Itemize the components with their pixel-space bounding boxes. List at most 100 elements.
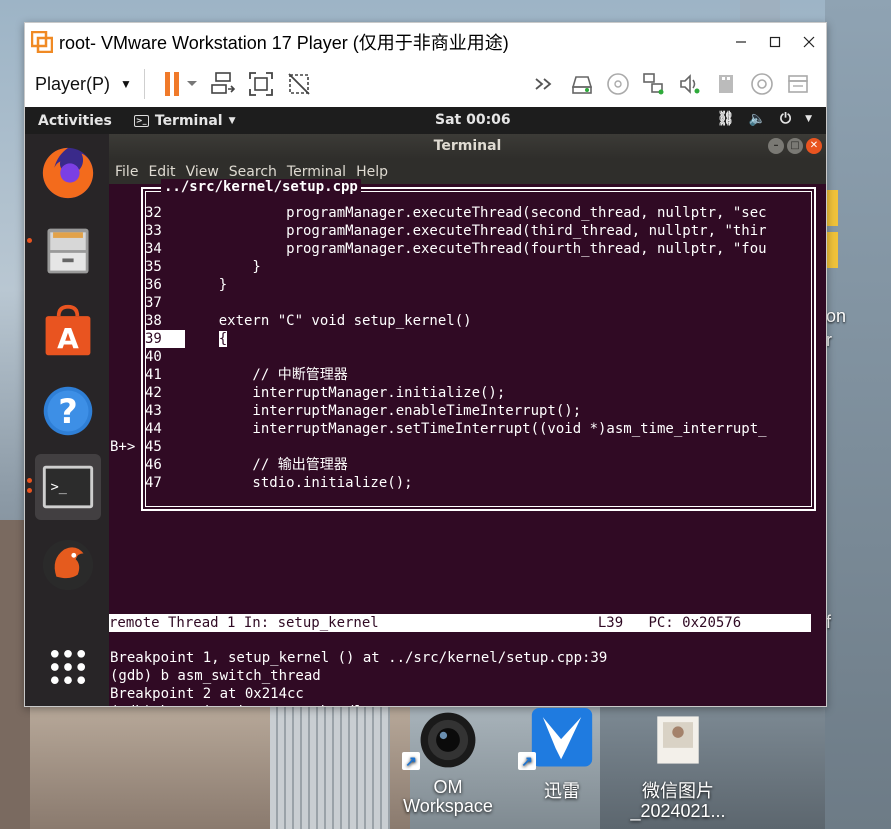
line-code: extern "C" void setup_kernel() <box>185 313 472 329</box>
line-code: interruptManager.enableTimeInterrupt(); <box>185 403 582 419</box>
source-lines[interactable]: 32 programManager.executeThread(second_t… <box>145 204 809 492</box>
app-menu[interactable]: >_ Terminal ▼ <box>133 112 236 129</box>
source-line: 39 { <box>145 330 809 348</box>
sound-icon[interactable] <box>674 68 706 100</box>
system-menu[interactable]: ⛓ 🔈 ⏻ ▼ <box>717 111 812 127</box>
maximize-button[interactable] <box>758 23 792 61</box>
desktop-icon-label: 微信图片 <box>642 781 714 801</box>
cd-icon[interactable] <box>602 68 634 100</box>
desktop-icon-fragment <box>826 190 838 226</box>
camera-lens-icon <box>420 712 476 768</box>
gdb-output-line: Breakpoint 1, setup_kernel () at ../src/… <box>110 650 608 666</box>
line-code: } <box>185 277 228 293</box>
line-number: 34 <box>145 241 162 257</box>
printer-icon[interactable] <box>782 68 814 100</box>
chevron-down-icon: ▼ <box>805 114 812 124</box>
terminal-icon: >_ <box>42 465 94 509</box>
terminal-maximize-button[interactable]: □ <box>787 138 803 154</box>
background-building <box>825 0 891 829</box>
menu-edit[interactable]: Edit <box>148 164 175 180</box>
gdb-output-line: Breakpoint 2 at 0x214cc <box>110 686 304 702</box>
software-store-icon: A <box>45 304 91 356</box>
usb-icon[interactable] <box>710 68 742 100</box>
chevron-down-icon: ▼ <box>228 115 236 126</box>
menu-search[interactable]: Search <box>229 164 277 180</box>
cd2-icon[interactable] <box>746 68 778 100</box>
minimize-button[interactable] <box>724 23 758 61</box>
menu-terminal[interactable]: Terminal <box>287 164 346 180</box>
source-line: 34 programManager.executeThread(fourth_t… <box>145 240 809 258</box>
line-code: interruptManager.initialize(); <box>185 385 506 401</box>
hard-disk-icon[interactable] <box>566 68 598 100</box>
line-number: 39 <box>145 330 185 348</box>
terminal-minimize-button[interactable]: – <box>768 138 784 154</box>
dock-firefox[interactable] <box>35 140 101 206</box>
desktop-icon-om-workspace[interactable]: ↗ OM Workspace <box>398 708 498 817</box>
dock-software[interactable]: A <box>35 298 101 364</box>
dock-files[interactable] <box>27 218 101 284</box>
chevron-down-icon: ▼ <box>120 77 132 91</box>
dock-terminal[interactable]: >_ <box>27 454 101 520</box>
running-indicator <box>27 478 32 483</box>
network-icon[interactable] <box>638 68 670 100</box>
vmware-logo-icon <box>30 30 54 54</box>
vmware-titlebar: root- VMware Workstation 17 Player (仅用于非… <box>25 23 826 61</box>
source-line: 35 } <box>145 258 809 276</box>
line-code: interruptManager.setTimeInterrupt((void … <box>185 421 767 437</box>
desktop-icon-label: Workspace <box>403 796 493 816</box>
forward-icon[interactable] <box>530 68 562 100</box>
line-number: 33 <box>145 223 162 239</box>
unity-icon[interactable] <box>283 68 315 100</box>
clock[interactable]: Sat 00:06 <box>435 112 511 128</box>
terminal-title: Terminal <box>433 138 502 154</box>
dock-help[interactable]: ? <box>35 378 101 444</box>
gdb-console[interactable]: Breakpoint 1, setup_kernel () at ../src/… <box>110 649 810 706</box>
source-line: 38 extern "C" void setup_kernel() <box>145 312 809 330</box>
line-number: 41 <box>145 367 162 383</box>
terminal-titlebar: Terminal – □ ✕ <box>109 134 826 159</box>
line-code: // 输出管理器 <box>185 457 348 473</box>
svg-text:A: A <box>57 322 79 355</box>
line-code: // 中断管理器 <box>185 367 348 383</box>
svg-text:>_: >_ <box>51 479 68 495</box>
app-menu-label: Terminal <box>154 112 223 129</box>
line-number: 45 <box>145 439 162 455</box>
shortcut-arrow-icon: ↗ <box>402 752 420 770</box>
pause-icon[interactable] <box>157 68 201 100</box>
menu-help[interactable]: Help <box>356 164 388 180</box>
terminal-close-button[interactable]: ✕ <box>806 138 822 154</box>
menu-file[interactable]: File <box>115 164 138 180</box>
dock-gdb-app[interactable] <box>35 532 101 598</box>
running-indicator <box>27 238 32 243</box>
desktop-icon-wechat-image[interactable]: 微信图片 _2024021... <box>626 708 730 822</box>
guest-screen[interactable]: Activities >_ Terminal ▼ Sat 00:06 ⛓ 🔈 ⏻… <box>25 107 826 706</box>
line-code: stdio.initialize(); <box>185 475 413 491</box>
svg-text:?: ? <box>58 392 77 431</box>
desktop-icon-xunlei[interactable]: ↗ 迅雷 <box>516 708 608 803</box>
close-button[interactable] <box>792 23 826 61</box>
source-line: 44 interruptManager.setTimeInterrupt((vo… <box>145 420 809 438</box>
line-code: } <box>185 259 261 275</box>
gdb-icon <box>42 539 94 591</box>
player-menu[interactable]: Player(P) ▼ <box>35 74 132 95</box>
background-building <box>270 705 390 829</box>
line-number: 47 <box>145 475 162 491</box>
show-applications-button[interactable] <box>35 634 101 700</box>
send-ctrl-alt-del-icon[interactable] <box>207 68 239 100</box>
line-number: 37 <box>145 295 162 311</box>
source-line: 46 // 输出管理器 <box>145 456 809 474</box>
xunlei-bird-icon <box>531 708 593 767</box>
source-line: 40 <box>145 348 809 366</box>
fit-guest-icon[interactable] <box>245 68 277 100</box>
menu-view[interactable]: View <box>186 164 219 180</box>
line-number: 38 <box>145 313 162 329</box>
image-file-icon <box>657 716 699 764</box>
app-grid-icon <box>50 649 86 685</box>
help-icon: ? <box>43 386 93 436</box>
terminal-window: Terminal – □ ✕ File Edit View Search Ter… <box>109 134 826 706</box>
network-icon: ⛓ <box>716 111 735 127</box>
source-line: 41 // 中断管理器 <box>145 366 809 384</box>
activities-button[interactable]: Activities <box>38 113 112 129</box>
